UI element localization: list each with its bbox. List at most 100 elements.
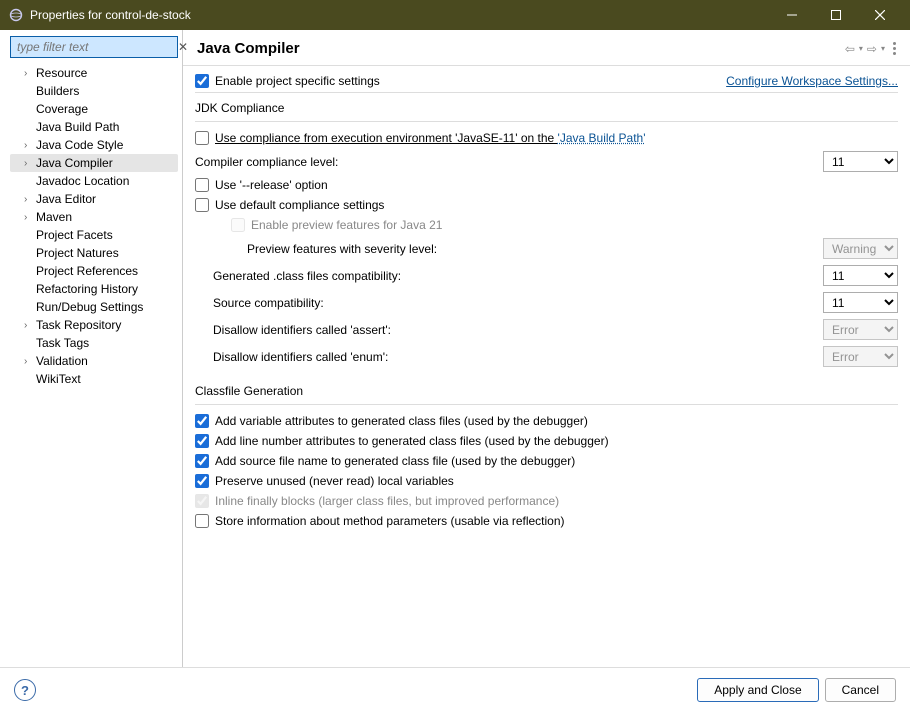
- source-file-label: Add source file name to generated class …: [215, 454, 898, 468]
- expand-icon[interactable]: ›: [24, 68, 36, 79]
- inline-finally-row: Inline finally blocks (larger class file…: [195, 491, 898, 511]
- content-area: JDK Compliance Use compliance from execu…: [183, 93, 910, 667]
- tree-item-label: Validation: [36, 354, 88, 368]
- store-params-checkbox[interactable]: [195, 514, 209, 528]
- tree-item-label: Project Facets: [36, 228, 113, 242]
- preserve-unused-checkbox[interactable]: [195, 474, 209, 488]
- tree-item[interactable]: Refactoring History: [10, 280, 178, 298]
- source-file-row: Add source file name to generated class …: [195, 451, 898, 471]
- line-numbers-checkbox[interactable]: [195, 434, 209, 448]
- use-release-checkbox[interactable]: [195, 178, 209, 192]
- compliance-level-row: Compiler compliance level: 11: [195, 148, 898, 175]
- java-build-path-link[interactable]: 'Java Build Path': [558, 131, 646, 145]
- preview-severity-select: Warning: [823, 238, 898, 259]
- forward-dropdown-icon[interactable]: ▾: [879, 44, 887, 53]
- generated-compat-label: Generated .class files compatibility:: [213, 269, 823, 283]
- tree-item-label: Task Repository: [36, 318, 121, 332]
- tree-item-label: Java Build Path: [36, 120, 119, 134]
- enable-preview-checkbox: [231, 218, 245, 232]
- store-params-label: Store information about method parameter…: [215, 514, 898, 528]
- configure-workspace-link[interactable]: Configure Workspace Settings...: [726, 74, 898, 88]
- tree-item-label: Java Compiler: [36, 156, 113, 170]
- tree-item[interactable]: Project Facets: [10, 226, 178, 244]
- tree-item[interactable]: Project References: [10, 262, 178, 280]
- store-params-row: Store information about method parameter…: [195, 511, 898, 531]
- help-icon[interactable]: ?: [14, 679, 36, 701]
- disallow-assert-row: Disallow identifiers called 'assert': Er…: [195, 316, 898, 343]
- use-default-label: Use default compliance settings: [215, 198, 898, 212]
- maximize-button[interactable]: [814, 0, 858, 30]
- disallow-enum-label: Disallow identifiers called 'enum':: [213, 350, 823, 364]
- compliance-level-select[interactable]: 11: [823, 151, 898, 172]
- tree-item-label: Coverage: [36, 102, 88, 116]
- tree-item-label: Refactoring History: [36, 282, 138, 296]
- source-file-checkbox[interactable]: [195, 454, 209, 468]
- tree-item[interactable]: ›Java Code Style: [10, 136, 178, 154]
- enable-project-settings-label: Enable project specific settings: [215, 74, 380, 88]
- use-default-checkbox[interactable]: [195, 198, 209, 212]
- main-header: Java Compiler ⇦ ▾ ⇨ ▾: [183, 30, 910, 66]
- use-env-label: Use compliance from execution environmen…: [215, 131, 898, 145]
- tree-item-label: Builders: [36, 84, 79, 98]
- tree-item[interactable]: ›Resource: [10, 64, 178, 82]
- filter-input[interactable]: [15, 39, 176, 55]
- minimize-button[interactable]: [770, 0, 814, 30]
- enable-preview-row: Enable preview features for Java 21: [195, 215, 898, 235]
- project-settings-bar: Enable project specific settings Configu…: [183, 66, 910, 92]
- enable-project-settings-checkbox[interactable]: [195, 74, 209, 88]
- use-release-label: Use '--release' option: [215, 178, 898, 192]
- tree-item[interactable]: Builders: [10, 82, 178, 100]
- tree-item[interactable]: ›Java Compiler: [10, 154, 178, 172]
- tree-item-label: Run/Debug Settings: [36, 300, 143, 314]
- tree-item[interactable]: Run/Debug Settings: [10, 298, 178, 316]
- expand-icon[interactable]: ›: [24, 320, 36, 331]
- expand-icon[interactable]: ›: [24, 356, 36, 367]
- var-attrs-label: Add variable attributes to generated cla…: [215, 414, 898, 428]
- tree-item-label: Resource: [36, 66, 87, 80]
- expand-icon[interactable]: ›: [24, 212, 36, 223]
- tree-item[interactable]: WikiText: [10, 370, 178, 388]
- window-title: Properties for control-de-stock: [30, 8, 770, 22]
- eclipse-icon: [8, 7, 24, 23]
- var-attrs-checkbox[interactable]: [195, 414, 209, 428]
- page-title: Java Compiler: [197, 40, 843, 57]
- use-default-row: Use default compliance settings: [195, 195, 898, 215]
- cancel-button[interactable]: Cancel: [825, 678, 896, 702]
- main-panel: Java Compiler ⇦ ▾ ⇨ ▾ Enable project spe…: [183, 30, 910, 667]
- forward-icon[interactable]: ⇨: [865, 42, 879, 56]
- menu-icon[interactable]: [893, 42, 896, 55]
- disallow-enum-row: Disallow identifiers called 'enum': Erro…: [195, 343, 898, 370]
- tree-item[interactable]: Java Build Path: [10, 118, 178, 136]
- source-compat-select[interactable]: 11: [823, 292, 898, 313]
- tree-item[interactable]: ›Java Editor: [10, 190, 178, 208]
- filter-input-wrap: ✕: [10, 36, 178, 58]
- footer: ? Apply and Close Cancel: [0, 667, 910, 712]
- tree-item[interactable]: ›Maven: [10, 208, 178, 226]
- tree-item[interactable]: Project Natures: [10, 244, 178, 262]
- tree-item-label: Java Editor: [36, 192, 96, 206]
- apply-close-button[interactable]: Apply and Close: [697, 678, 818, 702]
- preserve-unused-row: Preserve unused (never read) local varia…: [195, 471, 898, 491]
- generated-compat-select[interactable]: 11: [823, 265, 898, 286]
- tree-item[interactable]: ›Task Repository: [10, 316, 178, 334]
- classfile-title: Classfile Generation: [195, 384, 898, 400]
- close-button[interactable]: [858, 0, 902, 30]
- tree-item-label: Javadoc Location: [36, 174, 129, 188]
- tree-item[interactable]: Coverage: [10, 100, 178, 118]
- back-icon[interactable]: ⇦: [843, 42, 857, 56]
- enable-preview-label: Enable preview features for Java 21: [251, 218, 898, 232]
- expand-icon[interactable]: ›: [24, 158, 36, 169]
- tree-item[interactable]: Task Tags: [10, 334, 178, 352]
- expand-icon[interactable]: ›: [24, 140, 36, 151]
- title-bar: Properties for control-de-stock: [0, 0, 910, 30]
- tree-item[interactable]: ›Validation: [10, 352, 178, 370]
- disallow-assert-label: Disallow identifiers called 'assert':: [213, 323, 823, 337]
- tree-item-label: Project Natures: [36, 246, 119, 260]
- tree-item-label: Task Tags: [36, 336, 89, 350]
- tree-item[interactable]: Javadoc Location: [10, 172, 178, 190]
- back-dropdown-icon[interactable]: ▾: [857, 44, 865, 53]
- use-env-checkbox[interactable]: [195, 131, 209, 145]
- use-env-row: Use compliance from execution environmen…: [195, 128, 898, 148]
- expand-icon[interactable]: ›: [24, 194, 36, 205]
- compliance-level-label: Compiler compliance level:: [195, 155, 823, 169]
